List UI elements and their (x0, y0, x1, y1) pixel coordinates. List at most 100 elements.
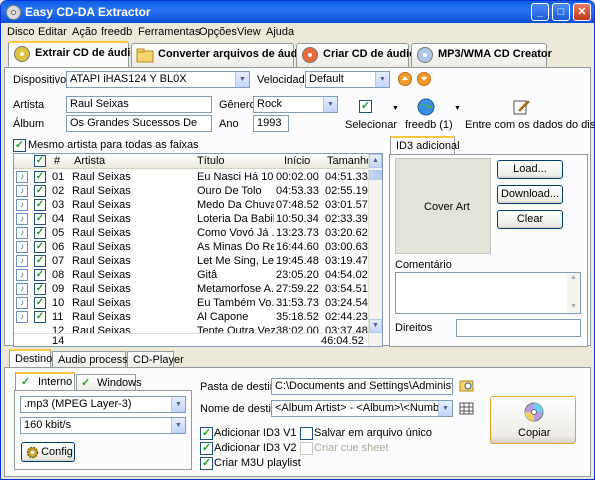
row-checkbox[interactable]: ✓ (34, 311, 46, 323)
table-row[interactable]: ♪ ✓ 05 Raul Seixas Como Vovó Já ... 13:23.73 0… (14, 226, 370, 240)
format-select[interactable]: .mp3 (MPEG Layer-3) ▼ (20, 396, 186, 413)
m3u-checkbox[interactable]: ✓ (200, 457, 213, 470)
tab-extract-cd[interactable]: Extrair CD de áudio (8, 41, 137, 68)
enter-disc-data-button[interactable]: Entre com os dados do disco (463, 96, 594, 132)
menu-ajuda[interactable]: Ajuda (266, 26, 294, 38)
row-checkbox[interactable]: ✓ (34, 283, 46, 295)
app-window: Easy CD-DA Extractor _ □ ✕ Disco Editar … (0, 0, 595, 480)
year-input[interactable]: 1993 (253, 115, 289, 132)
table-row[interactable]: ♪ ✓ 03 Raul Seixas Medo Da Chuva 07:48.52 03:0… (14, 198, 370, 212)
col-artist[interactable]: Artista (74, 155, 105, 167)
rights-input[interactable] (456, 319, 581, 337)
scroll-down-icon[interactable]: ▼ (570, 303, 577, 310)
tab-mp3-creator[interactable]: MP3/WMA CD Creator (411, 43, 552, 67)
comment-textarea[interactable]: ▲ ▼ (395, 272, 581, 314)
table-row[interactable]: ♪ ✓ 11 Raul Seixas Al Capone 35:18.52 02:44.23 (14, 310, 370, 324)
select-all-checkbox[interactable]: ✓ (34, 155, 46, 167)
tab-id3[interactable]: ID3 adicional (390, 136, 460, 155)
scroll-up-icon[interactable]: ▲ (570, 274, 577, 281)
menu-ferramentas[interactable]: Ferramentas (138, 26, 200, 38)
name-select[interactable]: <Album Artist> - <Album>\<Number>. < ▼ (271, 400, 453, 417)
table-row[interactable]: ♪ ✓ 09 Raul Seixas Metamorfose A... 27:59.22 0… (14, 282, 370, 296)
artist-label: Artista (13, 99, 45, 111)
tab-convert-files[interactable]: Converter arquivos de áudio (131, 43, 307, 67)
close-button[interactable]: ✕ (573, 3, 591, 21)
row-checkbox[interactable]: ✓ (34, 255, 46, 267)
row-checkbox[interactable]: ✓ (34, 185, 46, 197)
cue-sheet-checkbox[interactable] (300, 442, 313, 455)
scroll-down-icon[interactable]: ▼ (369, 319, 382, 333)
row-checkbox[interactable]: ✓ (34, 171, 46, 183)
genre-select[interactable]: Rock ▼ (253, 96, 338, 113)
folder-input[interactable]: C:\Documents and Settings\Administrador\… (271, 378, 453, 395)
row-number: 12 (52, 325, 65, 333)
table-scrollbar[interactable]: ▲ ▼ (368, 154, 382, 346)
menu-view[interactable]: View (237, 26, 261, 38)
col-number[interactable]: # (54, 155, 60, 167)
row-title: Al Capone (197, 311, 249, 323)
table-row[interactable]: ♪ ✓ 02 Raul Seixas Ouro De Tolo 04:53.33 02:55… (14, 184, 370, 198)
row-size: 03:01.57 (325, 199, 368, 211)
minimize-button[interactable]: _ (531, 3, 549, 21)
menu-editar[interactable]: Editar (38, 26, 67, 38)
tab-interno[interactable]: ✓ Interno (15, 372, 75, 391)
table-row[interactable]: ♪ ✓ 01 Raul Seixas Eu Nasci Há 10 ...00:02.0… (14, 170, 370, 184)
single-file-checkbox[interactable] (300, 427, 313, 440)
row-checkbox[interactable]: ✓ (34, 199, 46, 211)
table-header: ✓ # Artista Título Início Tamanho (14, 154, 372, 169)
id3v2-checkbox[interactable]: ✓ (200, 442, 213, 455)
copy-button[interactable]: Copiar (490, 396, 576, 444)
artist-input[interactable]: Raul Seixas (66, 96, 212, 113)
tab-destino[interactable]: Destino (9, 349, 52, 368)
table-row[interactable]: ♪ ✓ 08 Raul Seixas Gitâ 23:05.20 04:54.02 (14, 268, 370, 282)
row-checkbox[interactable]: ✓ (34, 213, 46, 225)
freedb-dropdown-arrow[interactable]: ▼ (454, 105, 461, 112)
row-checkbox[interactable]: ✓ (34, 227, 46, 239)
row-checkbox[interactable]: ✓ (34, 269, 46, 281)
col-size[interactable]: Tamanho (327, 155, 372, 167)
menu-disco[interactable]: Disco (7, 26, 35, 38)
row-checkbox[interactable]: ✓ (34, 241, 46, 253)
scroll-thumb[interactable] (369, 170, 382, 180)
folder-icon (136, 48, 154, 63)
table-row[interactable]: ♪ ✓ 07 Raul Seixas Let Me Sing, Le...19:45.4… (14, 254, 370, 268)
menu-acao[interactable]: Ação (72, 26, 97, 38)
tab-create-cd[interactable]: Criar CD de áudio (296, 43, 416, 67)
grid-icon[interactable] (459, 401, 474, 416)
menu-opcoes[interactable]: Opções (199, 26, 237, 38)
device-select[interactable]: ATAPI iHAS124 Y BL0X ▼ (66, 71, 250, 88)
row-title: Ouro De Tolo (197, 185, 262, 197)
row-size: 03:24.54 (325, 297, 368, 309)
select-dropdown-arrow[interactable]: ▼ (392, 105, 399, 112)
table-row[interactable]: ♪ ✓ 10 Raul Seixas Eu Também Vo... 31:53.73 03… (14, 296, 370, 310)
tab-audio-processing[interactable]: Audio processing (52, 351, 142, 368)
eject-icon[interactable] (398, 72, 412, 86)
menu-freedb[interactable]: freedb (101, 26, 132, 38)
same-artist-checkbox[interactable]: ✓ (13, 139, 26, 152)
table-row[interactable]: ♪ ✓ 04 Raul Seixas Loteria Da Babil...10:50.… (14, 212, 370, 226)
browse-folder-icon[interactable] (459, 378, 474, 393)
col-title[interactable]: Título (197, 155, 225, 167)
col-start[interactable]: Início (284, 155, 310, 167)
table-row[interactable]: 12 Raul Seixas Tente Outra Vez 38:02.00 … (14, 324, 370, 333)
clear-button[interactable]: Clear (497, 210, 563, 229)
scroll-up-icon[interactable]: ▲ (369, 154, 382, 168)
config-button[interactable]: Config (21, 442, 75, 462)
tab-windows-label: Windows (97, 377, 142, 389)
speed-select[interactable]: Default ▼ (305, 71, 390, 88)
close-tray-icon[interactable] (417, 72, 431, 86)
tab-cd-player[interactable]: CD-Player (127, 351, 184, 368)
download-button[interactable]: Download... (497, 185, 563, 204)
id3v1-checkbox[interactable]: ✓ (200, 427, 213, 440)
bitrate-select[interactable]: 160 kbit/s ▼ (20, 417, 186, 434)
table-row[interactable]: ♪ ✓ 06 Raul Seixas As Minas Do Re...16:44.60… (14, 240, 370, 254)
tab-windows[interactable]: ✓ Windows (76, 374, 142, 391)
title-bar[interactable]: Easy CD-DA Extractor _ □ ✕ (1, 1, 594, 23)
load-button[interactable]: Load... (497, 160, 563, 179)
comment-scrollbar[interactable]: ▲ ▼ (567, 273, 580, 313)
freedb-button[interactable]: freedb (1) (401, 96, 453, 132)
maximize-button[interactable]: □ (552, 3, 570, 21)
row-checkbox[interactable]: ✓ (34, 297, 46, 309)
select-button[interactable]: ✓ Selecionar (341, 96, 397, 132)
album-input[interactable]: Os Grandes Sucessos De (66, 115, 212, 132)
